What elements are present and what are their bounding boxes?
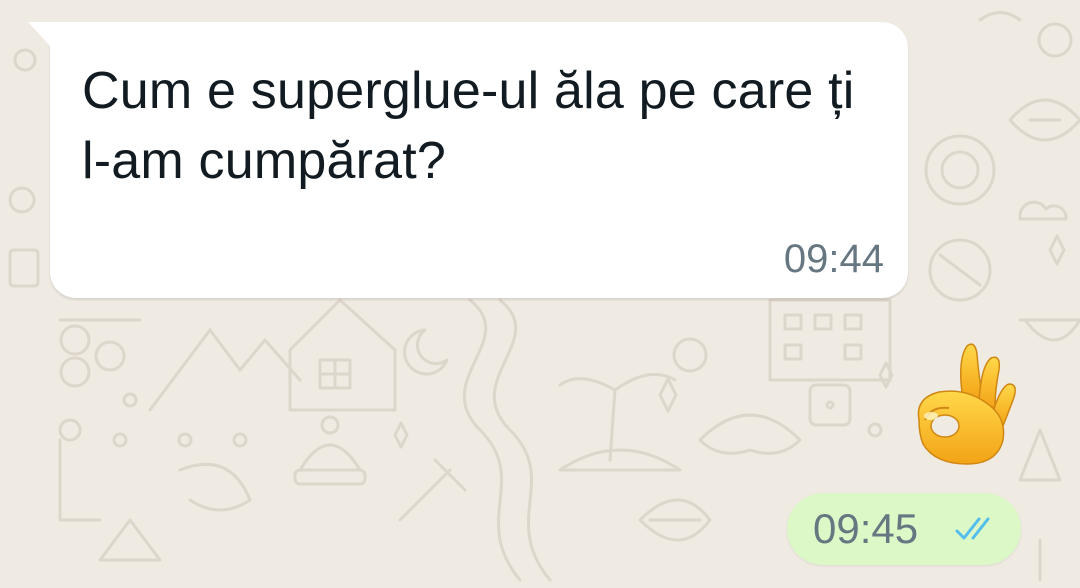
outgoing-message-meta[interactable]: 09:45 [787, 493, 1021, 565]
message-text: Cum e superglue-ul ăla pe care ți l-am c… [82, 62, 855, 190]
double-check-read-icon [955, 517, 990, 540]
incoming-message-bubble[interactable]: Cum e superglue-ul ăla pe care ți l-am c… [28, 22, 908, 298]
message-timestamp: 09:44 [783, 237, 884, 281]
bubble-tail [28, 22, 50, 46]
ok-hand-emoji[interactable] [905, 340, 1025, 470]
message-timestamp: 09:45 [813, 505, 919, 552]
